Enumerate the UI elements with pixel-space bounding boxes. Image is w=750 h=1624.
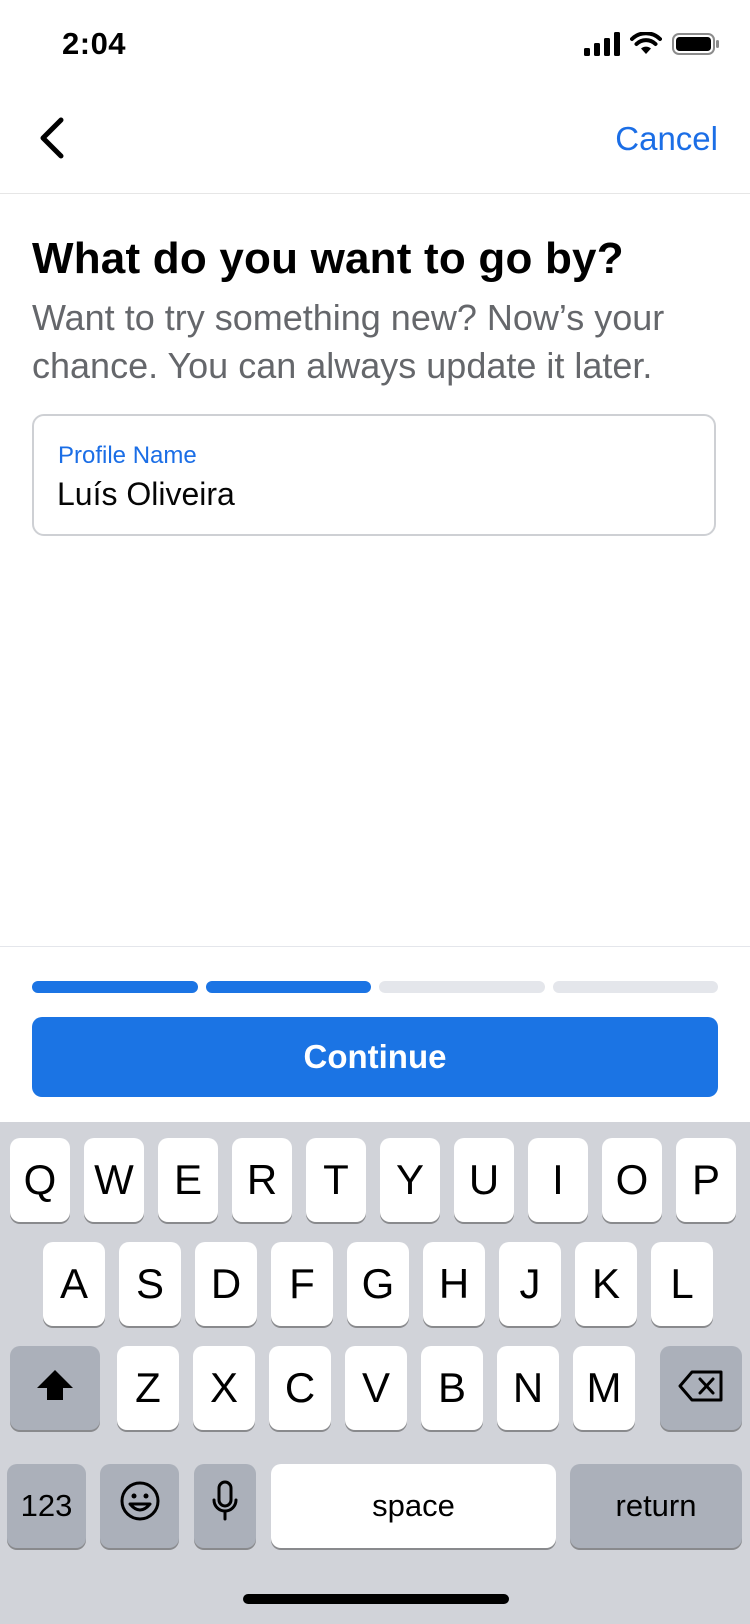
emoji-key[interactable] (100, 1464, 179, 1548)
shift-key[interactable] (10, 1346, 100, 1430)
key-m[interactable]: M (573, 1346, 635, 1430)
key-c[interactable]: C (269, 1346, 331, 1430)
key-n[interactable]: N (497, 1346, 559, 1430)
key-p[interactable]: P (676, 1138, 736, 1222)
key-j[interactable]: J (499, 1242, 561, 1326)
home-indicator (243, 1594, 509, 1604)
bottom-panel: Continue (0, 946, 750, 1123)
backspace-icon (678, 1364, 724, 1412)
space-key[interactable]: space (271, 1464, 556, 1548)
shift-icon (35, 1364, 75, 1412)
key-a[interactable]: A (43, 1242, 105, 1326)
delete-key[interactable] (660, 1346, 742, 1430)
numbers-key[interactable]: 123 (7, 1464, 86, 1548)
status-bar: 2:04 (0, 0, 750, 90)
key-g[interactable]: G (347, 1242, 409, 1326)
progress-segment (205, 981, 371, 993)
chevron-left-icon (37, 116, 67, 165)
key-o[interactable]: O (602, 1138, 662, 1222)
emoji-icon (119, 1480, 161, 1532)
key-l[interactable]: L (651, 1242, 713, 1326)
key-h[interactable]: H (423, 1242, 485, 1326)
key-x[interactable]: X (193, 1346, 255, 1430)
nav-bar: Cancel (0, 90, 750, 194)
profile-name-input[interactable]: Luís Oliveira (57, 476, 235, 513)
key-t[interactable]: T (306, 1138, 366, 1222)
profile-name-label: Profile Name (58, 442, 197, 469)
key-f[interactable]: F (271, 1242, 333, 1326)
key-w[interactable]: W (84, 1138, 144, 1222)
microphone-icon (211, 1480, 239, 1532)
page-title: What do you want to go by? (32, 234, 624, 283)
status-icons (584, 31, 720, 61)
progress-indicator (32, 981, 718, 993)
return-key[interactable]: return (570, 1464, 742, 1548)
microphone-key[interactable] (194, 1464, 256, 1548)
profile-name-field[interactable]: Profile Name Luís Oliveira (32, 414, 716, 536)
key-z[interactable]: Z (117, 1346, 179, 1430)
key-u[interactable]: U (454, 1138, 514, 1222)
progress-segment (379, 981, 545, 993)
progress-segment (32, 981, 198, 993)
key-y[interactable]: Y (380, 1138, 440, 1222)
key-i[interactable]: I (528, 1138, 588, 1222)
key-v[interactable]: V (345, 1346, 407, 1430)
key-q[interactable]: Q (10, 1138, 70, 1222)
cancel-button[interactable]: Cancel (615, 120, 718, 158)
key-s[interactable]: S (119, 1242, 181, 1326)
cellular-signal-icon (584, 32, 620, 61)
page-subtitle: Want to try something new? Now’s your ch… (32, 297, 665, 386)
key-e[interactable]: E (158, 1138, 218, 1222)
wifi-icon (630, 31, 662, 61)
back-button[interactable] (22, 110, 82, 170)
key-r[interactable]: R (232, 1138, 292, 1222)
key-d[interactable]: D (195, 1242, 257, 1326)
keyboard: 123 space return QWERTYUIOP ASDFGHJKL ZXCV… (0, 1122, 750, 1624)
key-k[interactable]: K (575, 1242, 637, 1326)
battery-icon (672, 32, 720, 61)
key-b[interactable]: B (421, 1346, 483, 1430)
progress-segment (552, 981, 718, 993)
status-time: 2:04 (62, 26, 127, 61)
continue-button[interactable]: Continue (32, 1017, 718, 1097)
